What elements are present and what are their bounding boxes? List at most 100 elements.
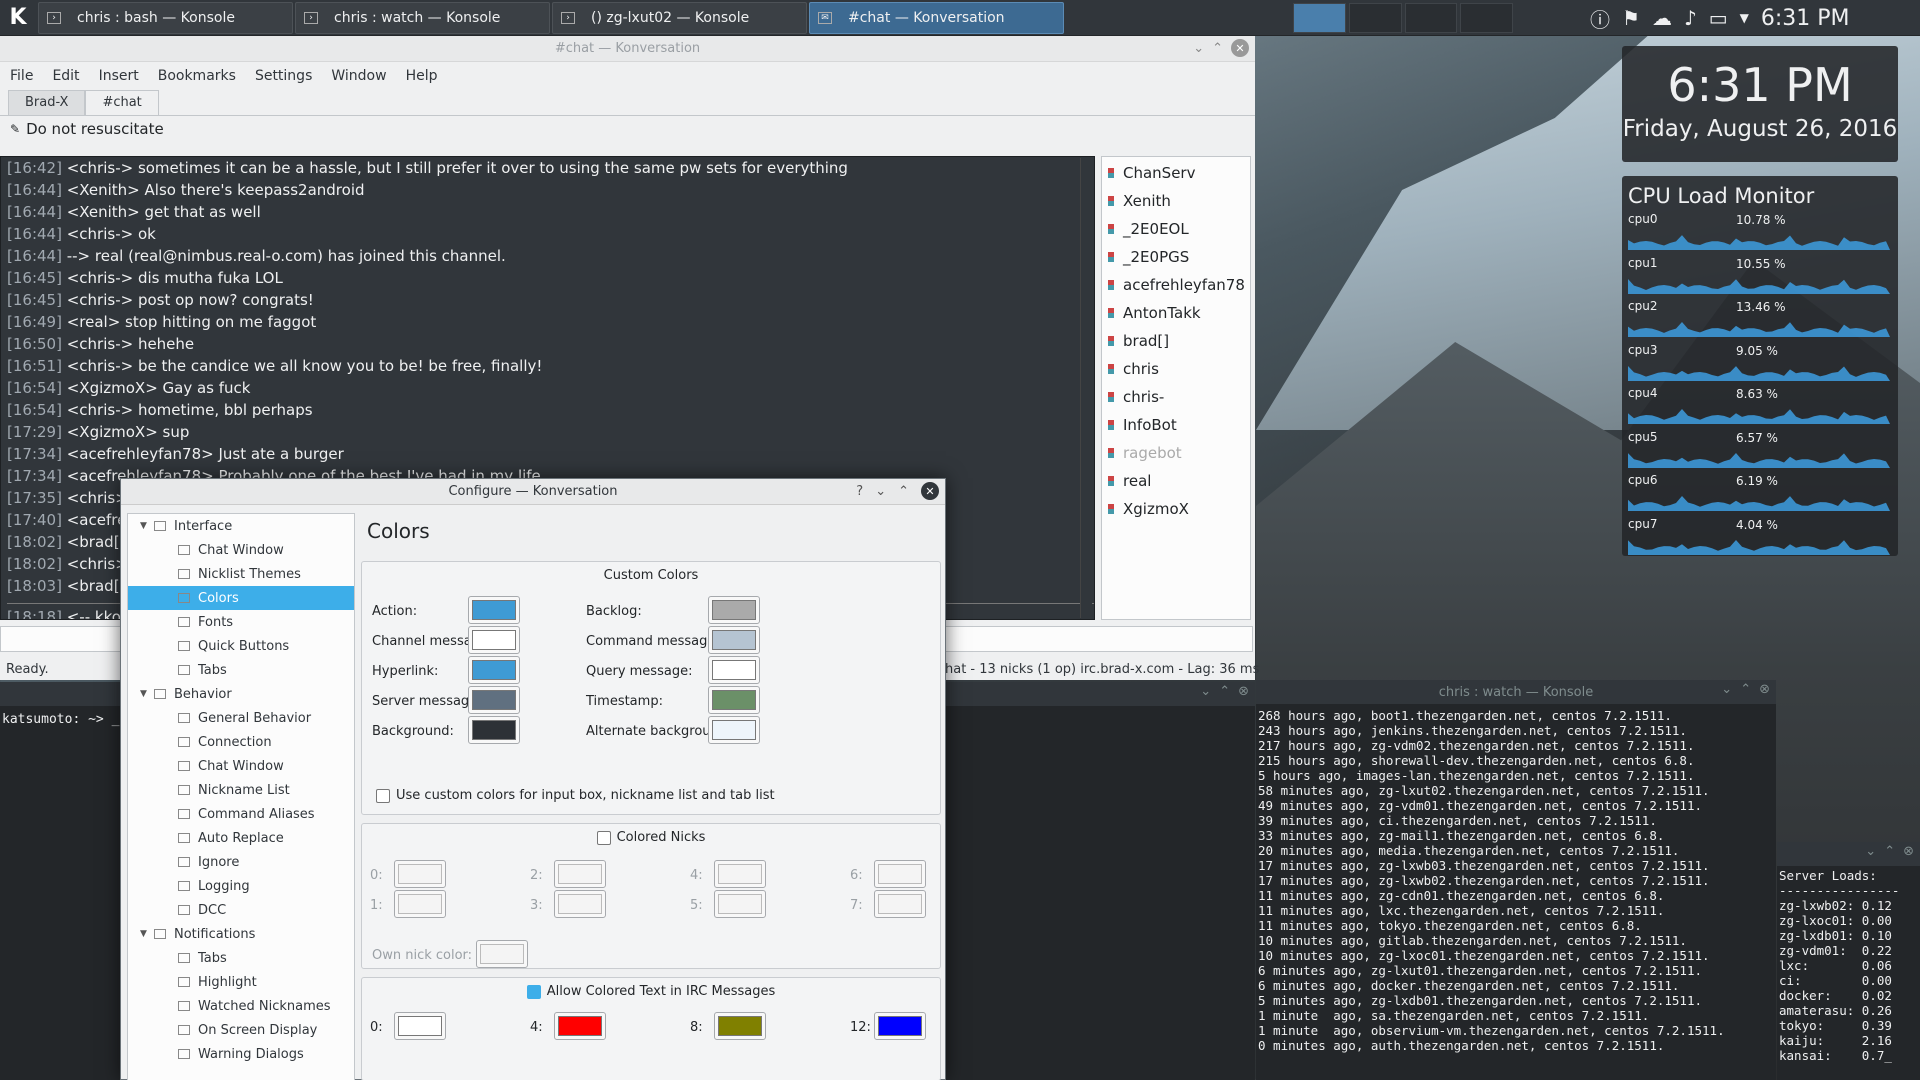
tree-item[interactable]: Tabs — [128, 658, 354, 682]
window-titlebar[interactable]: #chat — Konversation ⌄ ⌃ ✕ — [0, 36, 1255, 62]
expand-arrow-icon[interactable]: ▼ — [140, 689, 154, 699]
desktop-3[interactable] — [1404, 3, 1458, 33]
menu-edit[interactable]: Edit — [52, 68, 79, 84]
color-swatch-button[interactable] — [708, 656, 760, 684]
irc-color-swatch[interactable] — [394, 1012, 446, 1040]
tree-item[interactable]: General Behavior — [128, 706, 354, 730]
tree-item[interactable]: ▼ Behavior — [128, 682, 354, 706]
color-swatch-button[interactable] — [468, 686, 520, 714]
nick-item[interactable]: real — [1102, 467, 1250, 495]
cloud-sync-icon[interactable]: ☁ — [1652, 6, 1672, 30]
nick-item[interactable]: _2E0PGS — [1102, 243, 1250, 271]
desktop-1[interactable] — [1293, 3, 1346, 33]
server-loads-output[interactable]: Server Loads: ---------------- zg-lxwb02… — [1777, 866, 1920, 1065]
tree-item[interactable]: Auto Replace — [128, 826, 354, 850]
tree-item[interactable]: Tabs — [128, 946, 354, 970]
close-icon[interactable]: ✕ — [1231, 39, 1249, 57]
watch-konsole-titlebar[interactable]: chris : watch — Konsole ⌄ ⌃ ⊗ — [1256, 680, 1776, 704]
network-icon[interactable]: ▭ — [1709, 6, 1728, 30]
tree-item[interactable]: Warning Dialogs — [128, 1042, 354, 1066]
nick-item[interactable]: chris- — [1102, 383, 1250, 411]
nick-item[interactable]: InfoBot — [1102, 411, 1250, 439]
watch-output[interactable]: 268 hours ago, boot1.thezengarden.net, c… — [1256, 704, 1776, 1057]
colored-nicks-checkbox[interactable] — [596, 830, 611, 845]
irc-colors-checkbox[interactable] — [526, 984, 541, 999]
close-icon[interactable]: ✕ — [921, 482, 939, 500]
nick-item[interactable]: ChanServ — [1102, 159, 1250, 187]
menu-insert[interactable]: Insert — [99, 68, 139, 84]
tree-item[interactable]: Connection — [128, 730, 354, 754]
color-swatch-button[interactable] — [468, 656, 520, 684]
nick-item[interactable]: ragebot — [1102, 439, 1250, 467]
close-icon[interactable]: ⊗ — [1903, 844, 1914, 859]
menu-help[interactable]: Help — [406, 68, 438, 84]
edit-topic-icon[interactable]: ✎ — [10, 122, 20, 136]
menu-bookmarks[interactable]: Bookmarks — [158, 68, 236, 84]
tree-item[interactable]: Chat Window — [128, 538, 354, 562]
tree-item[interactable]: Quick Buttons — [128, 634, 354, 658]
minimize-icon[interactable]: ⌄ — [1721, 682, 1732, 697]
irc-colors-toggle[interactable]: Allow Colored Text in IRC Messages — [362, 984, 940, 999]
menu-settings[interactable]: Settings — [255, 68, 312, 84]
tray-expand-icon[interactable]: ▼ — [1740, 11, 1749, 25]
tree-item[interactable]: Highlight — [128, 970, 354, 994]
channel-topic[interactable]: ✎ Do not resuscitate — [0, 116, 1255, 142]
chat-scrollbar[interactable] — [1080, 158, 1092, 618]
custom-input-colors-checkbox[interactable] — [376, 788, 390, 803]
tree-item[interactable]: On Screen Display — [128, 1018, 354, 1042]
tree-item[interactable]: Command Aliases — [128, 802, 354, 826]
nick-item[interactable]: Xenith — [1102, 187, 1250, 215]
color-swatch-button[interactable] — [708, 716, 760, 744]
color-swatch-button[interactable] — [708, 626, 760, 654]
nick-item[interactable]: brad[] — [1102, 327, 1250, 355]
color-swatch-button[interactable] — [468, 626, 520, 654]
server-loads-titlebar[interactable]: ⌄ ⌃ ⊗ — [1777, 842, 1920, 866]
updates-icon[interactable]: ⓘ — [1590, 4, 1610, 33]
minimize-icon[interactable]: ⌄ — [875, 484, 886, 499]
maximize-icon[interactable]: ⌃ — [898, 484, 909, 499]
tree-item[interactable]: Ignore — [128, 850, 354, 874]
color-swatch-button[interactable] — [708, 686, 760, 714]
menu-window[interactable]: Window — [331, 68, 386, 84]
nick-item[interactable]: _2E0EOL — [1102, 215, 1250, 243]
nick-item[interactable]: XgizmoX — [1102, 495, 1250, 523]
maximize-icon[interactable]: ⌃ — [1884, 844, 1895, 859]
expand-arrow-icon[interactable]: ▼ — [140, 521, 154, 531]
color-swatch-button[interactable] — [708, 596, 760, 624]
maximize-icon[interactable]: ⌃ — [1740, 682, 1751, 697]
menu-file[interactable]: File — [10, 68, 33, 84]
tree-item[interactable]: Nicklist Themes — [128, 562, 354, 586]
task-bash-konsole[interactable]: › chris : bash — Konsole — [38, 1, 293, 34]
notifications-icon[interactable]: ⚑ — [1622, 6, 1640, 30]
task-lxut02-konsole[interactable]: ›() zg-lxut02 — Konsole — [552, 1, 807, 34]
tree-item[interactable]: Colors — [128, 586, 354, 610]
maximize-icon[interactable]: ⌃ — [1212, 41, 1223, 56]
tree-item[interactable]: Logging — [128, 874, 354, 898]
kde-launcher-icon[interactable]: K — [0, 0, 36, 36]
color-swatch-button[interactable] — [468, 596, 520, 624]
maximize-icon[interactable]: ⌃ — [1219, 684, 1230, 699]
taskbar-clock[interactable]: 6:31 PM — [1761, 6, 1850, 31]
minimize-icon[interactable]: ⌄ — [1200, 684, 1211, 699]
cpu-load-monitor-widget[interactable]: CPU Load Monitor cpu0 10.78 % cpu1 10.55 % c… — [1622, 176, 1898, 556]
nick-item[interactable]: AntonTakk — [1102, 299, 1250, 327]
tree-item[interactable]: DCC — [128, 898, 354, 922]
minimize-icon[interactable]: ⌄ — [1193, 41, 1204, 56]
close-icon[interactable]: ⊗ — [1759, 682, 1770, 697]
tree-item[interactable]: Fonts — [128, 610, 354, 634]
nick-item[interactable]: acefrehleyfan78 — [1102, 271, 1250, 299]
tree-item[interactable]: Nickname List — [128, 778, 354, 802]
task-konversation[interactable]: ✉ #chat — Konversation — [809, 1, 1064, 34]
volume-icon[interactable]: ♪ — [1684, 6, 1697, 30]
tab-chat[interactable]: #chat — [85, 90, 159, 115]
desktop-2[interactable] — [1348, 3, 1402, 33]
nick-item[interactable]: chris — [1102, 355, 1250, 383]
tree-item[interactable]: ▼ Notifications — [128, 922, 354, 946]
desktop-4[interactable] — [1460, 3, 1513, 33]
tree-item[interactable]: ▼ Interface — [128, 514, 354, 538]
task-watch-konsole[interactable]: › chris : watch — Konsole — [295, 1, 550, 34]
help-icon[interactable]: ? — [856, 484, 863, 499]
irc-color-swatch[interactable] — [554, 1012, 606, 1040]
nick-list[interactable]: ChanServ Xenith _2E0EOL _2E0PGS acefrehleyfa… — [1101, 156, 1251, 620]
digital-clock-widget[interactable]: 6:31 PM Friday, August 26, 2016 — [1622, 46, 1898, 162]
